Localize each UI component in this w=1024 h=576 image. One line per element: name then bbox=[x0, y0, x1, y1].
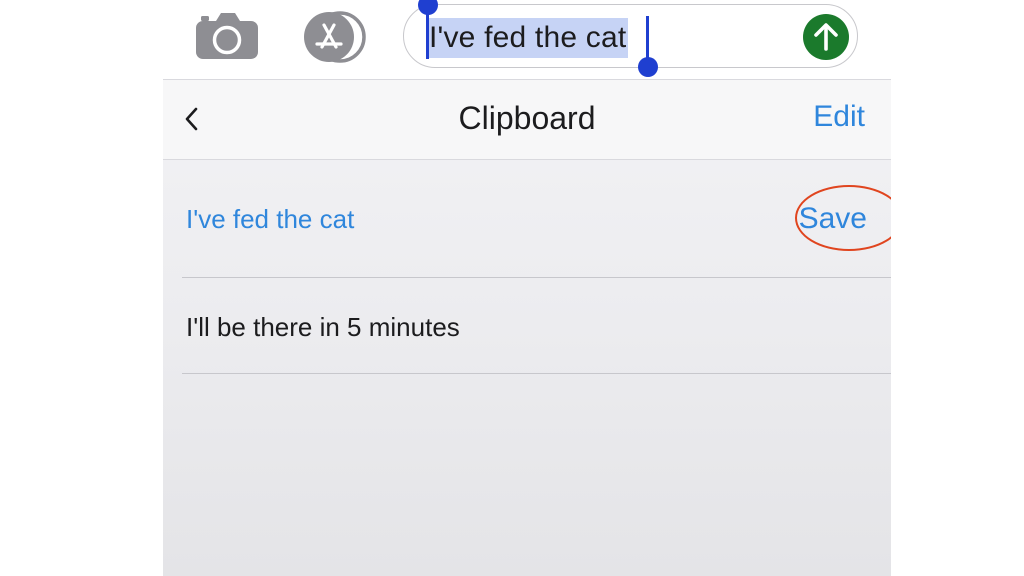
edit-button[interactable]: Edit bbox=[813, 100, 865, 134]
message-input[interactable]: I've fed the cat bbox=[403, 0, 858, 77]
app-store-icon bbox=[304, 11, 366, 63]
clipboard-item-text: I'll be there in 5 minutes bbox=[186, 312, 460, 342]
messages-screen: I've fed the cat Clipboard Edit I've fed… bbox=[163, 0, 891, 576]
clipboard-item[interactable]: I've fed the cat Save bbox=[182, 160, 891, 278]
camera-icon bbox=[196, 13, 258, 59]
clipboard-item-text: I've fed the cat bbox=[186, 204, 355, 234]
clipboard-title: Clipboard bbox=[458, 100, 596, 136]
compose-bar: I've fed the cat bbox=[163, 0, 891, 80]
save-button[interactable]: Save bbox=[799, 202, 867, 236]
app-store-button[interactable] bbox=[298, 11, 370, 63]
clipboard-list: I've fed the cat Save I'll be there in 5… bbox=[163, 160, 891, 576]
selection-end-handle-dot[interactable] bbox=[638, 57, 658, 77]
text-selection[interactable]: I've fed the cat bbox=[426, 18, 629, 58]
camera-button[interactable] bbox=[194, 11, 260, 61]
clipboard-header: Clipboard Edit bbox=[163, 80, 891, 160]
selection-start-handle-dot[interactable] bbox=[418, 0, 438, 15]
clipboard-item[interactable]: I'll be there in 5 minutes bbox=[182, 278, 891, 374]
arrow-up-icon bbox=[814, 23, 838, 51]
send-button[interactable] bbox=[803, 14, 849, 60]
message-text: I've fed the cat bbox=[429, 21, 627, 54]
